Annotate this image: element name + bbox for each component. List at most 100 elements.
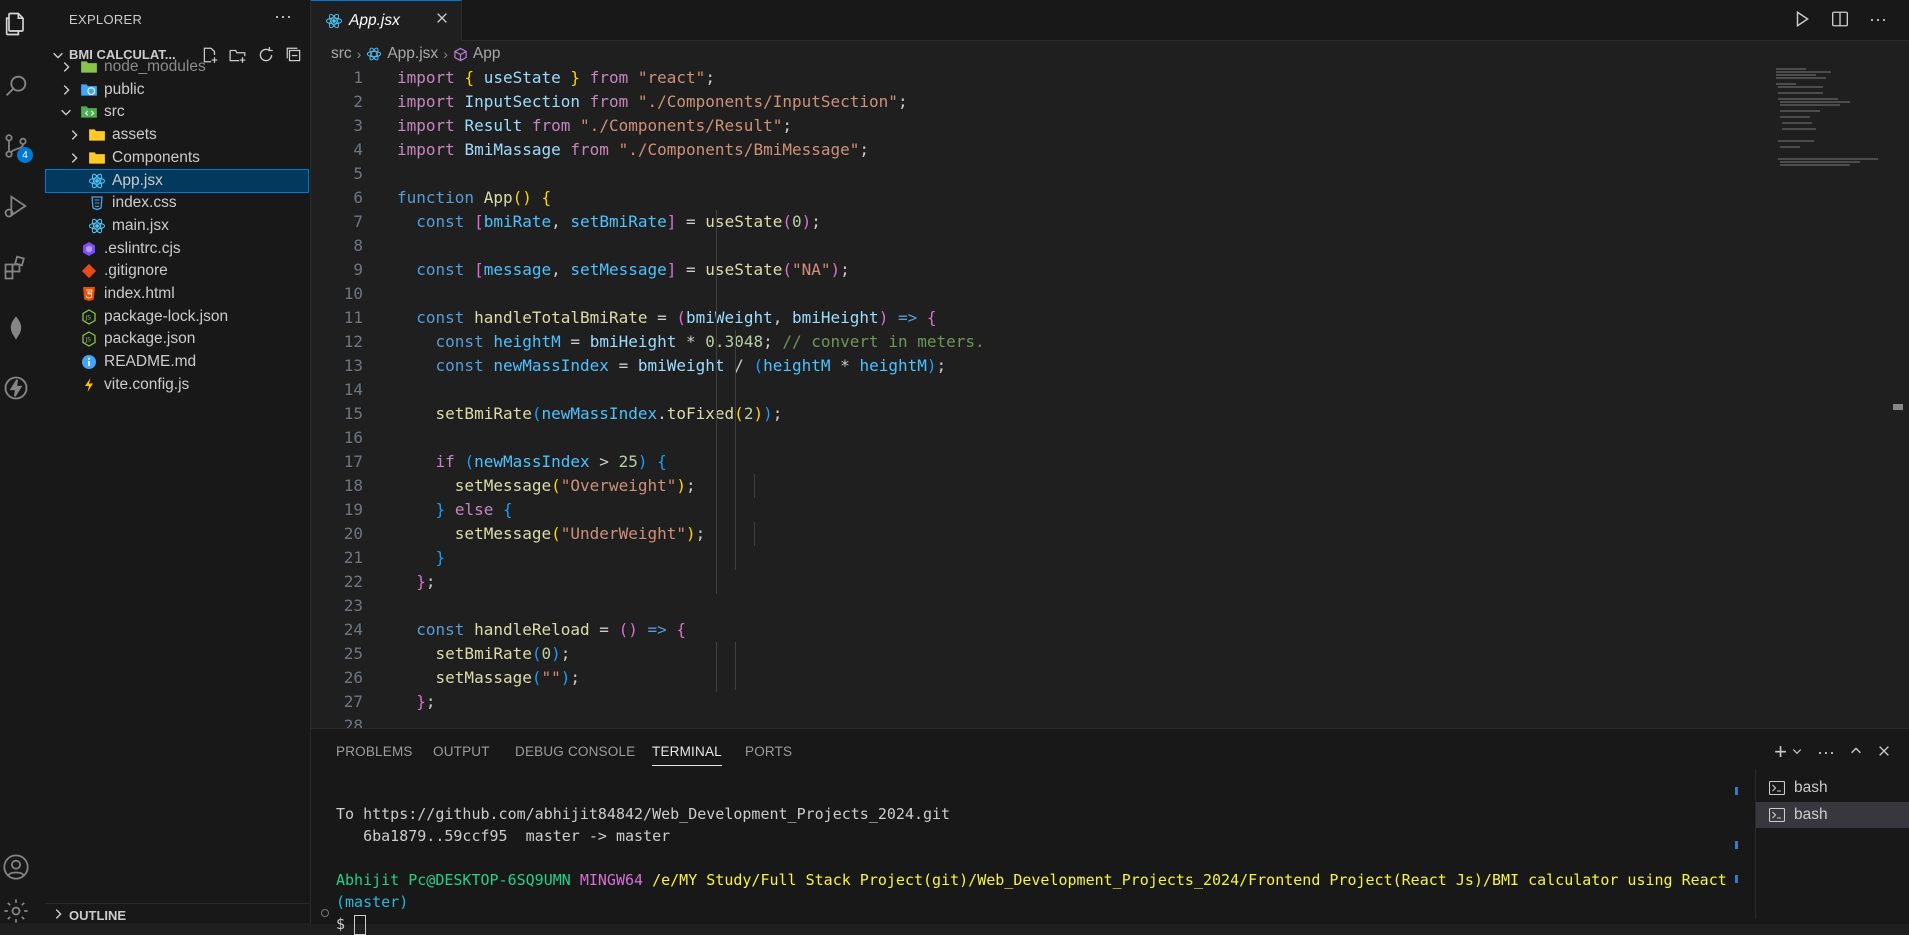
explorer-icon[interactable] xyxy=(0,8,32,40)
run-debug-icon[interactable] xyxy=(0,190,32,222)
tree-item-label: vite.config.js xyxy=(104,375,190,393)
run-icon[interactable] xyxy=(1791,8,1813,30)
explorer-more-actions-icon[interactable]: ··· xyxy=(274,6,292,27)
tab-debug-console[interactable]: DEBUG CONSOLE xyxy=(515,744,635,759)
node-folder-icon xyxy=(79,57,99,77)
code-editor[interactable]: 1 2 3 4 5 6 7 8 9 10 11 12 13 14 15 16 17 18 19 20 21 22 23 24 2… xyxy=(311,66,1909,735)
tree-item-components[interactable]: Components xyxy=(45,146,309,170)
scm-badge: 4 xyxy=(17,147,33,163)
close-tab-icon[interactable] xyxy=(435,11,449,30)
source-control-icon[interactable]: 4 xyxy=(0,130,33,163)
new-terminal-icon[interactable]: + xyxy=(1774,739,1787,765)
tree-item-label: public xyxy=(104,80,145,98)
account-icon[interactable] xyxy=(0,851,32,883)
prompt-branch: (master) xyxy=(336,893,409,911)
line-number: 10 xyxy=(343,284,363,303)
chevron-right-icon xyxy=(59,60,73,74)
tree-item-gitignore[interactable]: .gitignore xyxy=(45,259,309,283)
react-icon xyxy=(325,12,343,30)
tab-ports[interactable]: PORTS xyxy=(745,744,792,759)
react-icon xyxy=(87,216,107,236)
tab-terminal[interactable]: TERMINAL xyxy=(652,744,722,766)
terminal-tab-bash-1[interactable]: bash xyxy=(1756,775,1909,801)
tree-item-vite-config-js[interactable]: vite.config.js xyxy=(45,373,309,397)
symbol-method-icon xyxy=(453,47,468,62)
react-icon xyxy=(366,46,382,62)
tree-item-index-html[interactable]: index.html xyxy=(45,282,309,306)
tree-item-public[interactable]: public xyxy=(45,78,309,102)
info-icon xyxy=(79,352,99,372)
terminal-output[interactable]: To https://github.com/abhijit84842/Web_D… xyxy=(336,781,1736,935)
tab-problems[interactable]: PROBLEMS xyxy=(336,744,413,759)
tree-item-app-jsx[interactable]: App.jsx xyxy=(45,168,309,193)
tree-item-label: main.jsx xyxy=(112,216,169,234)
indent-guide xyxy=(754,522,755,546)
leaf-icon[interactable] xyxy=(0,312,32,344)
terminal-tab-bash-2[interactable]: bash xyxy=(1756,802,1909,828)
outline-label: OUTLINE xyxy=(69,908,127,923)
react-icon xyxy=(87,171,107,191)
more-actions-icon[interactable]: ··· xyxy=(1867,8,1889,30)
breadcrumb-file[interactable]: App.jsx xyxy=(387,45,438,63)
chevron-right-icon xyxy=(67,128,81,142)
tree-item-label: package.json xyxy=(104,330,196,348)
tree-item-package-lock-json[interactable]: JS package-lock.json xyxy=(45,305,309,329)
outline-section-header[interactable]: OUTLINE xyxy=(45,903,309,924)
line-number: 5 xyxy=(353,164,363,183)
split-editor-icon[interactable] xyxy=(1829,8,1851,30)
code-line: } else { xyxy=(435,500,513,519)
tree-item-readme-md[interactable]: README.md xyxy=(45,350,309,374)
tree-item-eslintrc-cjs[interactable]: .eslintrc.cjs xyxy=(45,237,309,261)
prompt-symbol: $ xyxy=(336,915,346,933)
search-icon[interactable] xyxy=(0,70,32,102)
code-line: function App() { xyxy=(397,188,552,207)
scroll-marker xyxy=(1735,787,1738,795)
chevron-down-icon[interactable] xyxy=(1791,745,1803,760)
line-number: 23 xyxy=(343,596,363,615)
line-number: 16 xyxy=(343,428,363,447)
overview-ruler-mark xyxy=(1893,404,1903,410)
tab-output[interactable]: OUTPUT xyxy=(433,744,490,759)
indent-guide xyxy=(716,210,717,594)
tree-item-label: assets xyxy=(112,126,157,144)
breadcrumb-symbol[interactable]: App xyxy=(473,45,501,63)
tree-item-label: src xyxy=(104,103,125,121)
code-line: setMessage("Overweight"); xyxy=(454,476,696,495)
more-actions-icon[interactable]: ··· xyxy=(1817,742,1835,763)
tree-item-label: package-lock.json xyxy=(104,307,229,325)
close-panel-icon[interactable] xyxy=(1877,742,1891,763)
tree-item-main-jsx[interactable]: main.jsx xyxy=(45,214,309,238)
code-line: const [bmiRate, setBmiRate] = useState(0… xyxy=(416,212,821,231)
manage-gear-icon[interactable] xyxy=(0,895,32,927)
scroll-marker xyxy=(1735,841,1738,849)
tree-item-node-modules[interactable]: node_modules xyxy=(45,55,309,79)
extensions-icon[interactable] xyxy=(0,252,32,284)
scroll-marker xyxy=(1735,875,1738,883)
chevron-right-icon xyxy=(59,83,73,97)
chevron-right-icon xyxy=(67,151,81,165)
code-line: import Result from "./Components/Result"… xyxy=(397,116,792,135)
code-line: const [message, setMessage] = useState("… xyxy=(416,260,850,279)
bottom-panel: PROBLEMS OUTPUT DEBUG CONSOLE TERMINAL P… xyxy=(311,728,1909,935)
chevron-down-icon xyxy=(59,105,73,119)
line-number: 8 xyxy=(353,236,363,255)
breadcrumb-src[interactable]: src xyxy=(331,45,352,63)
tree-item-src[interactable]: src xyxy=(45,100,309,124)
lightning-icon[interactable] xyxy=(0,372,32,404)
minimap[interactable] xyxy=(1772,66,1902,166)
tree-item-index-css[interactable]: index.css xyxy=(45,191,309,215)
code-line: if (newMassIndex > 25) { xyxy=(435,452,667,471)
tree-item-assets[interactable]: assets xyxy=(45,123,309,147)
css-icon xyxy=(87,193,107,213)
tab-app-jsx[interactable]: App.jsx xyxy=(311,0,462,41)
vite-icon xyxy=(79,375,99,395)
tree-item-package-json[interactable]: JS package.json xyxy=(45,327,309,351)
terminal-tab-label: bash xyxy=(1794,779,1828,796)
chevron-right-icon xyxy=(51,907,65,924)
maximize-panel-icon[interactable] xyxy=(1849,742,1863,763)
folder-icon xyxy=(87,148,107,168)
